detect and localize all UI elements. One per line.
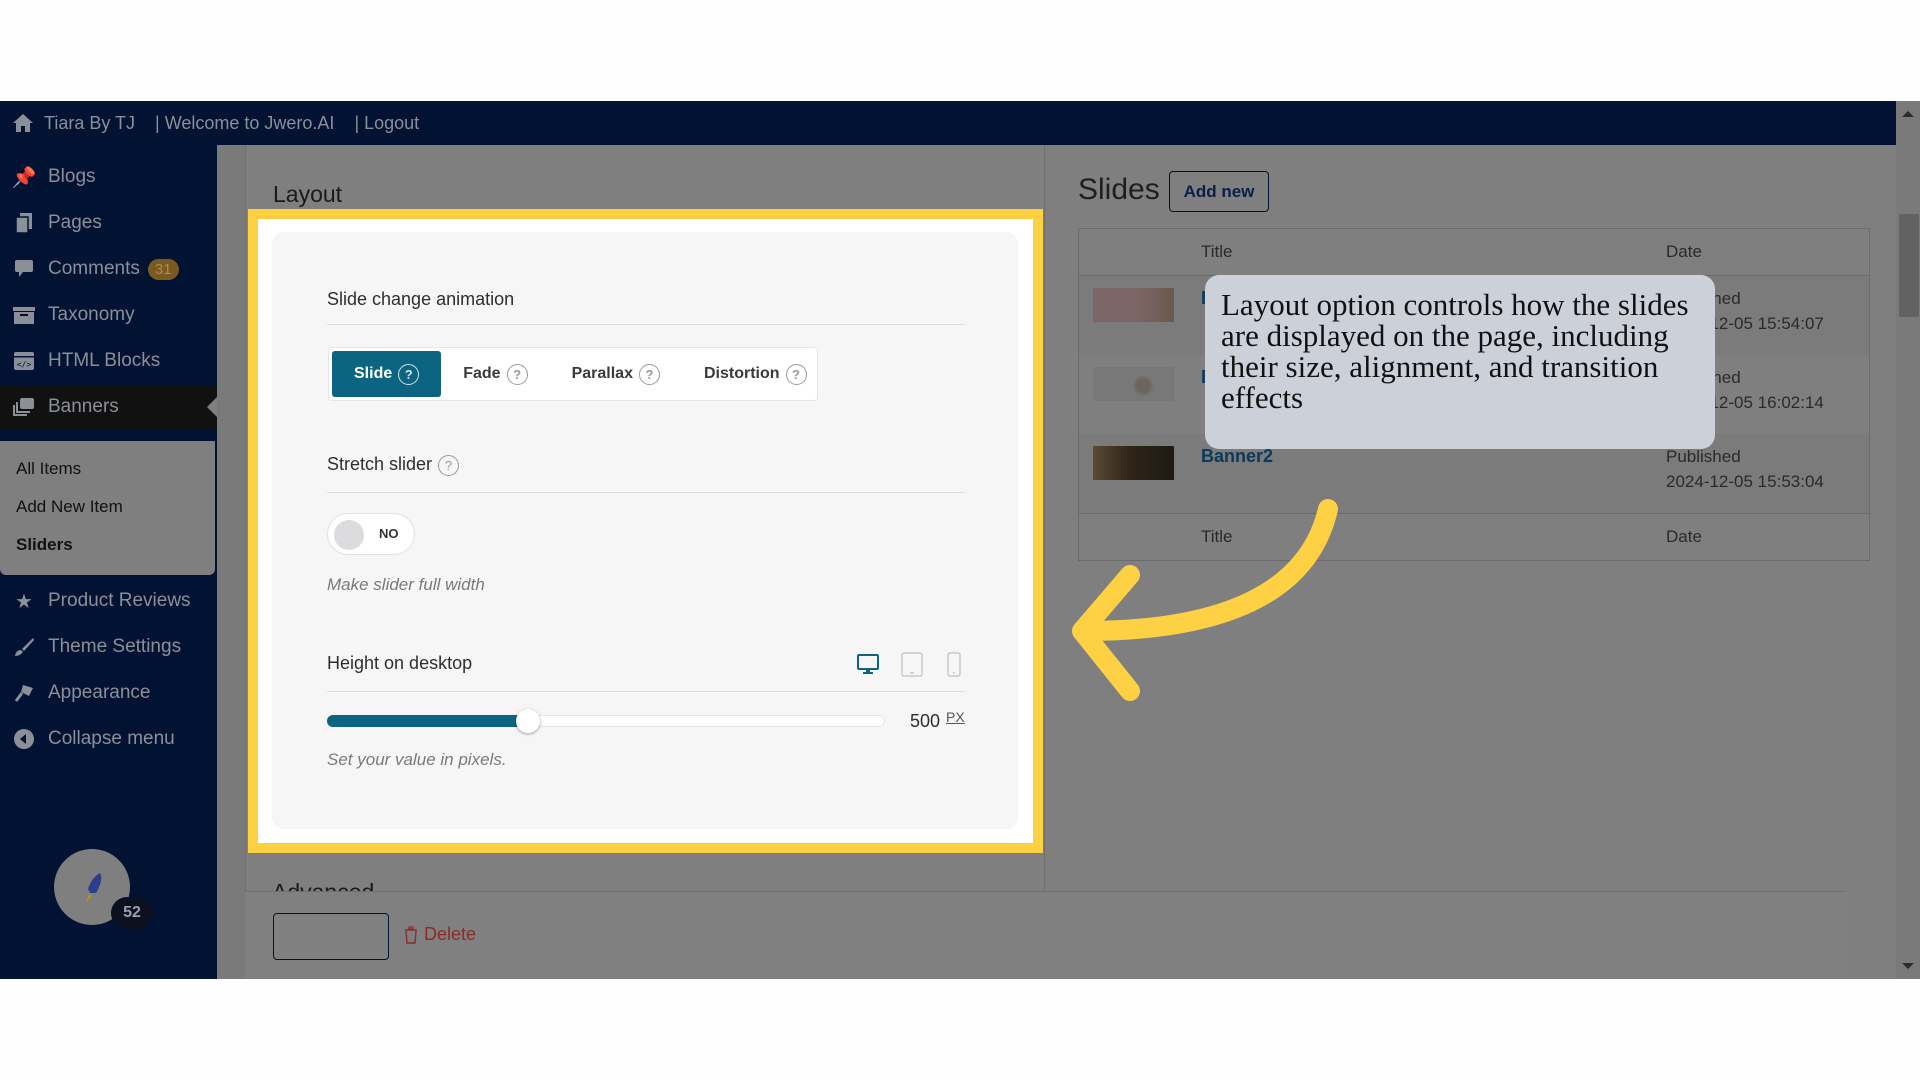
sidebar-item-label: Taxonomy: [48, 304, 135, 325]
mobile-device-icon[interactable]: [946, 652, 962, 678]
sidebar-item-label: Theme Settings: [48, 636, 182, 657]
animation-option-distortion[interactable]: Distortion ?: [682, 351, 829, 397]
submenu-add-new-item[interactable]: Add New Item: [16, 497, 123, 517]
option-label: Slide: [354, 365, 393, 382]
comment-icon: [12, 257, 36, 281]
sidebar-item-appearance[interactable]: Appearance: [0, 671, 217, 715]
toggle-knob: [334, 520, 364, 550]
animation-option-parallax[interactable]: Parallax ?: [550, 351, 682, 397]
pin-icon: 📌: [11, 166, 37, 189]
trash-icon: [405, 925, 417, 944]
sidebar-item-label: Comments: [48, 258, 140, 279]
site-name-link[interactable]: Tiara By TJ: [44, 113, 135, 134]
label-text: Stretch slider: [327, 454, 433, 474]
layout-section-title: Layout: [273, 181, 343, 207]
sidebar-item-blogs[interactable]: 📌 Blogs: [0, 155, 217, 199]
svg-text:</>: </>: [17, 360, 32, 369]
option-label: Distortion: [703, 365, 780, 382]
animation-option-slide[interactable]: Slide ?: [332, 351, 442, 397]
slides-title: Slides: [1078, 173, 1160, 206]
column-date-header[interactable]: Date: [1666, 242, 1702, 262]
table-header: Title Date: [1079, 229, 1869, 276]
sidebar-item-comments[interactable]: Comments 31: [0, 247, 217, 291]
star-icon: ★: [15, 590, 33, 613]
option-label: Parallax: [571, 365, 633, 382]
slide-thumbnail: [1093, 367, 1174, 401]
sidebar-item-banners[interactable]: Banners: [0, 385, 217, 429]
sidebar-item-label: Appearance: [48, 682, 151, 703]
logout-link[interactable]: | Logout: [354, 113, 419, 134]
add-new-slide-button[interactable]: Add new: [1169, 171, 1269, 212]
stretch-slider-label: Stretch slider?: [327, 454, 460, 476]
annotation-arrow-icon: [1072, 499, 1338, 701]
delete-button[interactable]: Delete: [404, 924, 476, 945]
save-button[interactable]: [273, 913, 389, 960]
archive-icon: [12, 303, 36, 327]
tablet-device-icon[interactable]: [900, 652, 924, 678]
delete-label: Delete: [424, 924, 477, 944]
height-label: Height on desktop: [327, 653, 473, 673]
bottom-action-bar: [245, 891, 1845, 979]
code-block-icon: </>: [12, 349, 36, 373]
submenu-sliders[interactable]: Sliders: [16, 535, 73, 555]
notification-count-badge: 52: [111, 897, 153, 929]
slide-status: Published 2024-12-05 15:53:04: [1666, 444, 1824, 494]
banners-icon: [12, 395, 36, 419]
option-label: Fade: [463, 365, 501, 382]
stretch-slider-toggle[interactable]: NO: [327, 513, 415, 555]
height-value: 500: [910, 711, 941, 731]
column-date-footer[interactable]: Date: [1666, 527, 1702, 547]
vertical-scrollbar[interactable]: [1896, 101, 1920, 979]
submenu-all-items[interactable]: All Items: [16, 459, 81, 479]
sidebar-item-product-reviews[interactable]: ★ Product Reviews: [0, 579, 217, 623]
help-icon[interactable]: ?: [506, 363, 528, 385]
sidebar-item-pages[interactable]: Pages: [0, 201, 217, 245]
scroll-up-arrow-icon[interactable]: [1902, 111, 1914, 117]
sidebar-item-label: Pages: [48, 212, 102, 233]
scrollbar-thumb[interactable]: [1899, 214, 1919, 317]
help-icon[interactable]: ?: [398, 363, 420, 385]
height-slider-fill: [327, 715, 528, 727]
brush-icon: [12, 635, 36, 659]
admin-bar: Tiara By TJ | Welcome to Jwero.AI | Logo…: [0, 101, 1896, 145]
animation-label: Slide change animation: [327, 289, 515, 309]
collapse-menu-button[interactable]: Collapse menu: [0, 717, 217, 761]
pages-icon: [12, 211, 36, 235]
comments-count-badge: 31: [147, 258, 179, 280]
paint-roller-icon: [12, 681, 36, 705]
animation-option-fade[interactable]: Fade ?: [441, 351, 549, 397]
date-text: 2024-12-05 15:53:04: [1666, 472, 1824, 491]
welcome-text: | Welcome to Jwero.AI: [155, 112, 335, 133]
animation-options: Slide ? Fade ? Parallax ? Distortion ?: [328, 347, 818, 401]
scroll-down-arrow-icon[interactable]: [1902, 963, 1914, 969]
app-viewport: Tiara By TJ | Welcome to Jwero.AI | Logo…: [0, 101, 1920, 979]
current-menu-pointer: [207, 397, 217, 417]
sidebar-item-label: Banners: [48, 396, 119, 417]
sidebar-item-html-blocks[interactable]: </> HTML Blocks: [0, 339, 217, 383]
divider: [327, 691, 965, 692]
help-icon[interactable]: ?: [638, 363, 660, 385]
help-icon[interactable]: ?: [785, 363, 807, 385]
sidebar-item-theme-settings[interactable]: Theme Settings: [0, 625, 217, 669]
sidebar-item-label: Blogs: [48, 166, 96, 187]
banners-submenu: All Items Add New Item Sliders: [0, 441, 215, 575]
sidebar-item-taxonomy[interactable]: Taxonomy: [0, 293, 217, 337]
sidebar-item-label: Collapse menu: [48, 728, 175, 749]
divider: [327, 492, 965, 493]
help-icon[interactable]: ?: [438, 454, 460, 476]
height-hint: Set your value in pixels.: [327, 750, 507, 769]
column-title-header[interactable]: Title: [1201, 242, 1233, 262]
height-slider-thumb[interactable]: [515, 709, 540, 733]
height-unit[interactable]: PX: [946, 709, 965, 725]
slide-thumbnail: [1093, 288, 1174, 322]
collapse-icon: [12, 727, 36, 751]
stretch-hint: Make slider full width: [327, 575, 485, 594]
home-icon[interactable]: [12, 113, 34, 133]
sidebar-item-label: HTML Blocks: [48, 350, 161, 371]
divider: [327, 324, 965, 325]
desktop-device-icon[interactable]: [856, 652, 880, 676]
content-gutter: [217, 145, 245, 979]
toggle-state-label: NO: [379, 526, 399, 541]
sidebar-item-label: Product Reviews: [48, 590, 191, 611]
